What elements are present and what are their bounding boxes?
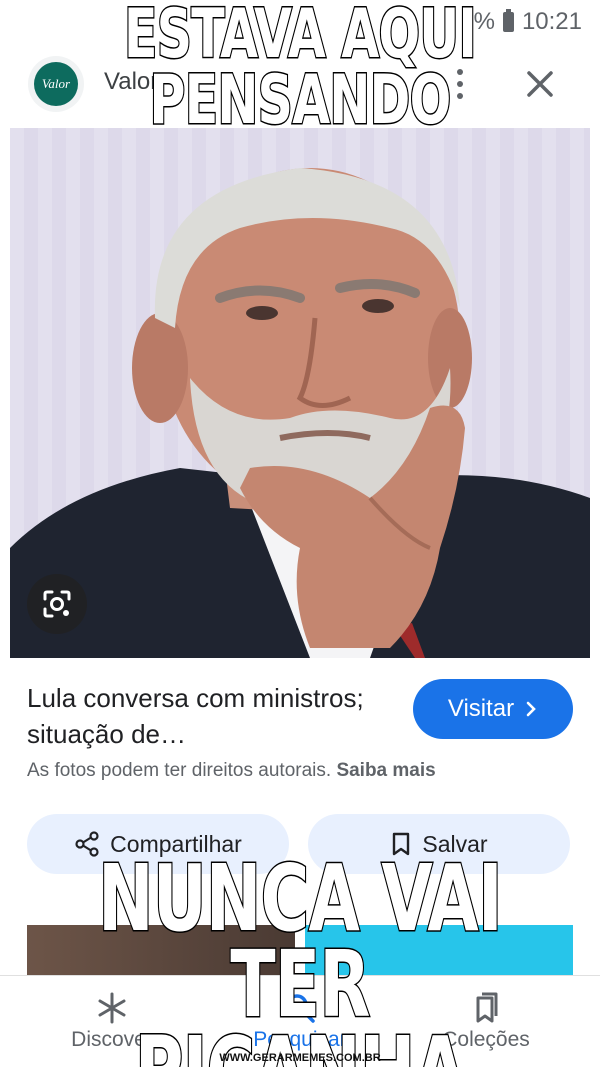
watermark: WWW.GERARMEMES.COM.BR — [219, 1052, 381, 1064]
meme-bottom-line-1: NUNCA VAI TER — [97, 845, 504, 1038]
visit-button[interactable]: Visitar — [413, 679, 573, 739]
meme-top-line-1: ESTAVA AQUI — [123, 0, 478, 74]
close-icon[interactable] — [520, 64, 560, 104]
visit-button-label: Visitar — [447, 695, 515, 722]
portrait-illustration — [10, 168, 590, 658]
lens-icon — [43, 590, 71, 618]
meme-top-caption: ESTAVA AQUI PENSANDO — [84, 0, 516, 140]
meme-bottom-caption: NUNCA VAI TER PICANHA — [84, 845, 516, 1067]
share-icon — [75, 831, 99, 857]
google-lens-button[interactable] — [27, 574, 87, 634]
meme-top-line-2: PENSANDO — [148, 61, 452, 140]
clock: 10:21 — [521, 8, 582, 35]
copyright-notice: As fotos podem ter direitos autorais. Sa… — [27, 760, 436, 782]
result-image[interactable] — [10, 128, 590, 658]
result-title[interactable]: Lula conversa com ministros; situação de… — [27, 680, 387, 752]
site-logo-text: Valor — [34, 62, 78, 106]
learn-more-link[interactable]: Saiba mais — [336, 760, 435, 781]
chevron-right-icon — [526, 701, 536, 717]
copyright-text: As fotos podem ter direitos autorais. — [27, 760, 332, 781]
site-logo[interactable]: Valor — [28, 56, 84, 112]
